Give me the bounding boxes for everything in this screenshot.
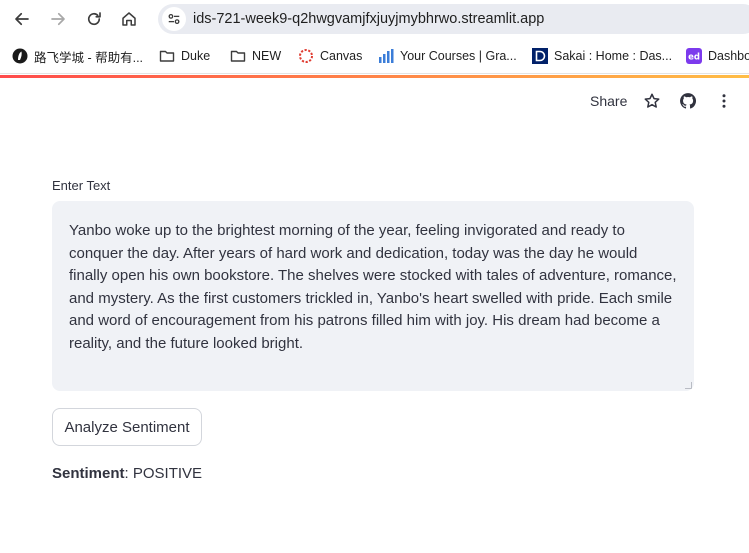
bookmark-duke[interactable]: Duke <box>159 47 210 65</box>
duke-d-favicon-icon <box>532 48 548 64</box>
bookmark-canvas[interactable]: Canvas <box>298 47 362 65</box>
back-button[interactable] <box>10 7 34 31</box>
canvas-favicon-icon <box>298 48 314 64</box>
sentiment-result-separator: : <box>124 465 133 482</box>
bookmark-label: NEW <box>252 49 282 63</box>
app-header: Share <box>0 78 749 124</box>
github-icon <box>680 93 697 109</box>
text-area-value: Yanbo woke up to the brightest morning o… <box>69 222 677 352</box>
favorite-button[interactable] <box>642 91 662 111</box>
bar-chart-favicon-icon <box>378 48 394 64</box>
home-icon <box>122 12 136 26</box>
forward-button[interactable] <box>46 7 70 31</box>
bookmark-label: 路飞学城 - 帮助有... <box>34 50 144 65</box>
bookmark-sakai[interactable]: Sakai : Home : Das... <box>532 47 672 65</box>
ed-favicon-icon: ed <box>686 48 702 64</box>
text-area-input[interactable]: Yanbo woke up to the brightest morning o… <box>52 201 694 391</box>
reload-button[interactable] <box>82 7 106 31</box>
folder-icon <box>159 48 175 64</box>
reload-icon <box>87 12 101 26</box>
star-icon <box>644 93 660 108</box>
sentiment-result-value: POSITIVE <box>132 465 203 482</box>
resize-handle[interactable] <box>685 382 692 389</box>
site-settings-button[interactable] <box>162 7 186 31</box>
bookmark-your-courses[interactable]: Your Courses | Gra... <box>378 47 517 65</box>
url-text: ids-721-week9-q2hwgvamjfxjuyjmybhrwo.str… <box>193 11 545 27</box>
more-vertical-icon <box>722 94 726 108</box>
folder-icon <box>230 48 246 64</box>
rocket-favicon-icon <box>12 48 28 64</box>
bookmarks-bar: 路飞学城 - 帮助有... Duke NEW Canvas Your Cours… <box>0 38 749 74</box>
bookmark-label: Dashbo <box>708 49 749 63</box>
home-button[interactable] <box>117 7 141 31</box>
address-bar[interactable]: ids-721-week9-q2hwgvamjfxjuyjmybhrwo.str… <box>158 4 749 34</box>
arrow-right-icon <box>51 12 65 26</box>
bookmark-lufei[interactable]: 路飞学城 - 帮助有... <box>12 47 143 65</box>
share-button[interactable]: Share <box>590 93 627 109</box>
tune-icon <box>168 13 180 25</box>
svg-text:ed: ed <box>688 53 700 63</box>
text-area-label: Enter Text <box>52 178 111 193</box>
bookmark-label: Duke <box>181 49 211 63</box>
browser-toolbar: ids-721-week9-q2hwgvamjfxjuyjmybhrwo.str… <box>0 0 749 38</box>
bookmark-new[interactable]: NEW <box>230 47 281 65</box>
analyze-sentiment-button[interactable]: Analyze Sentiment <box>52 408 202 446</box>
bookmark-label: Your Courses | Gra... <box>400 49 517 63</box>
arrow-left-icon <box>15 12 29 26</box>
sentiment-result-key: Sentiment <box>52 465 125 482</box>
main-menu-button[interactable] <box>714 91 734 111</box>
bookmark-dashboard[interactable]: ed Dashbo <box>686 47 749 65</box>
bookmark-label: Sakai : Home : Das... <box>554 49 673 63</box>
github-button[interactable] <box>678 91 698 111</box>
bookmark-label: Canvas <box>320 49 363 63</box>
sentiment-result: Sentiment: POSITIVE <box>52 465 202 482</box>
